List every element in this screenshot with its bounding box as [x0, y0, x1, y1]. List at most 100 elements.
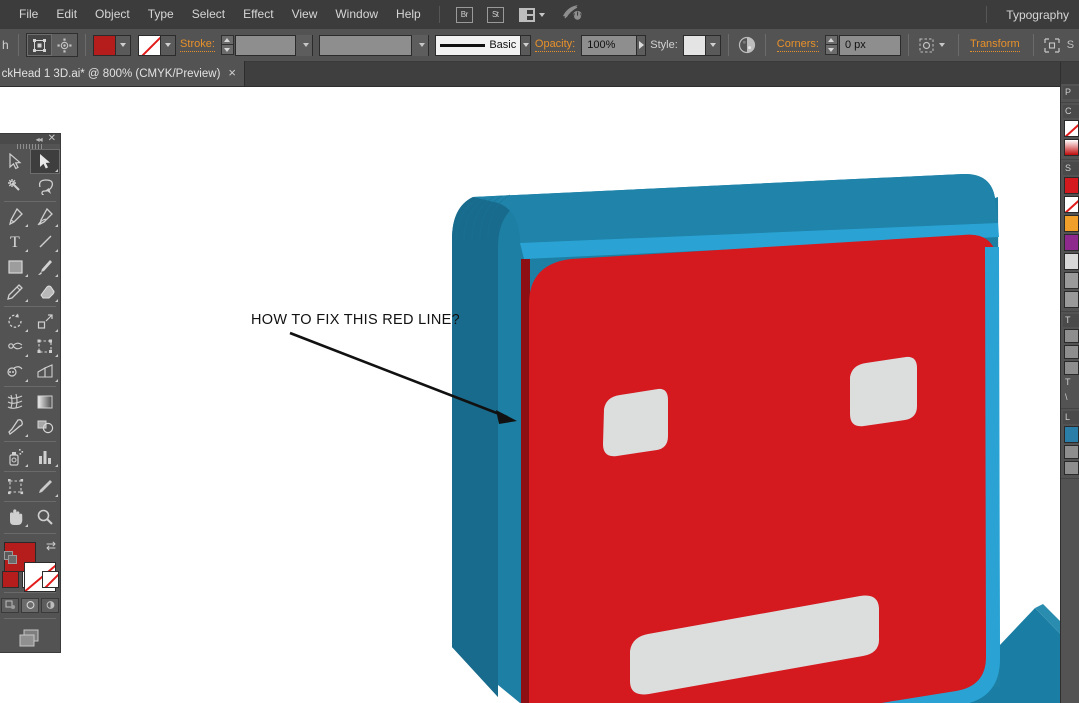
- opacity-flyout-button[interactable]: [637, 34, 647, 56]
- transform-bounding-box-icon[interactable]: [26, 34, 52, 56]
- properties-panel-sliver[interactable]: P: [1061, 84, 1079, 103]
- dock-tab-strip[interactable]: [1061, 62, 1079, 84]
- swatch-orange[interactable]: [1064, 215, 1079, 232]
- menu-type[interactable]: Type: [139, 0, 183, 29]
- opacity-input[interactable]: 100%: [581, 34, 638, 56]
- slice-tool[interactable]: [30, 474, 60, 499]
- menu-effect[interactable]: Effect: [234, 0, 282, 29]
- brush-dropdown-button[interactable]: [521, 34, 531, 56]
- graphic-style-swatch[interactable]: [682, 34, 706, 56]
- zoom-tool[interactable]: [30, 504, 60, 529]
- anchor-point-icon[interactable]: [51, 34, 77, 56]
- rectangle-tool[interactable]: [0, 254, 30, 279]
- menu-help[interactable]: Help: [387, 0, 430, 29]
- swatches-panel-sliver[interactable]: S: [1061, 160, 1079, 312]
- style-dropdown-button[interactable]: [705, 34, 721, 56]
- swap-fill-stroke-icon[interactable]: ⇄: [46, 539, 56, 553]
- corners-label[interactable]: Corners:: [776, 38, 819, 52]
- blend-tool[interactable]: [30, 414, 60, 439]
- isolate-selected-object-icon[interactable]: [1041, 34, 1063, 56]
- swatch-red[interactable]: [1064, 177, 1079, 194]
- layers-panel-sliver[interactable]: L: [1061, 409, 1079, 479]
- transform-field-x[interactable]: [1064, 329, 1079, 343]
- color-ramp[interactable]: [1064, 139, 1079, 156]
- type-tool[interactable]: T: [0, 229, 30, 254]
- pen-tool[interactable]: [0, 204, 30, 229]
- stock-icon[interactable]: St: [486, 6, 504, 23]
- stepper-down[interactable]: [220, 45, 234, 55]
- eraser-tool[interactable]: [30, 279, 60, 304]
- rotate-tool[interactable]: [0, 309, 30, 334]
- layer-row-1[interactable]: [1064, 426, 1079, 443]
- menu-edit[interactable]: Edit: [47, 0, 86, 29]
- corners-stepper-down[interactable]: [824, 45, 838, 55]
- perspective-grid-tool[interactable]: [30, 359, 60, 384]
- stroke-profile-combo[interactable]: [319, 34, 430, 56]
- stroke-weight-arrow[interactable]: [294, 34, 312, 56]
- scale-tool[interactable]: [30, 309, 60, 334]
- stroke-profile-arrow[interactable]: [411, 34, 429, 56]
- fill-dropdown-button[interactable]: [115, 34, 131, 56]
- swatch-gray[interactable]: [1064, 272, 1079, 289]
- artwork-robot-head[interactable]: [0, 87, 1079, 703]
- stroke-weight-stepper[interactable]: [220, 35, 234, 55]
- lasso-tool[interactable]: [30, 174, 60, 199]
- mesh-tool[interactable]: [0, 389, 30, 414]
- swatch-none[interactable]: [1064, 196, 1079, 213]
- right-panel-dock[interactable]: P C S T T \ L: [1060, 62, 1079, 703]
- change-screen-mode-icon[interactable]: [17, 627, 43, 652]
- line-segment-tool[interactable]: [30, 229, 60, 254]
- draw-normal-icon[interactable]: [1, 597, 19, 613]
- symbol-sprayer-tool[interactable]: [0, 444, 30, 469]
- artboard-tool[interactable]: [0, 474, 30, 499]
- select-similar-chevron-icon[interactable]: [938, 43, 945, 47]
- shape-builder-tool[interactable]: [0, 359, 30, 384]
- stepper-up[interactable]: [220, 35, 234, 45]
- color-button[interactable]: [1, 571, 19, 589]
- magic-wand-tool[interactable]: [0, 174, 30, 199]
- draw-inside-icon[interactable]: [41, 597, 59, 613]
- opacity-label[interactable]: Opacity:: [534, 38, 576, 52]
- document-tab[interactable]: ckHead 1 3D.ai* @ 800% (CMYK/Preview) ×: [0, 61, 245, 86]
- menu-object[interactable]: Object: [86, 0, 139, 29]
- transform-field-y[interactable]: [1064, 345, 1079, 359]
- default-fill-stroke-icon[interactable]: [4, 551, 17, 565]
- pencil-tool[interactable]: [0, 279, 30, 304]
- swatch-gray-2[interactable]: [1064, 291, 1079, 308]
- paintbrush-tool[interactable]: [30, 254, 60, 279]
- hand-tool[interactable]: [0, 504, 30, 529]
- column-graph-tool[interactable]: [30, 444, 60, 469]
- gradient-tool[interactable]: [30, 389, 60, 414]
- menu-window[interactable]: Window: [326, 0, 387, 29]
- color-panel-sliver[interactable]: C: [1061, 103, 1079, 160]
- close-icon[interactable]: ✕: [48, 134, 56, 144]
- curvature-tool[interactable]: [30, 204, 60, 229]
- width-tool[interactable]: [0, 334, 30, 359]
- collapse-icon[interactable]: ◂◂: [36, 135, 43, 144]
- fill-color-swatch[interactable]: [92, 34, 116, 56]
- workspace-switcher[interactable]: Typography: [996, 8, 1079, 22]
- draw-behind-icon[interactable]: [21, 597, 39, 613]
- transform-field-w[interactable]: [1064, 361, 1079, 375]
- color-none-swatch[interactable]: [1064, 120, 1079, 137]
- layer-row-2[interactable]: [1064, 445, 1079, 459]
- selection-tool[interactable]: [0, 149, 30, 174]
- menu-view[interactable]: View: [283, 0, 327, 29]
- stroke-label[interactable]: Stroke:: [180, 38, 215, 52]
- corners-stepper[interactable]: [824, 35, 838, 55]
- menu-file[interactable]: File: [10, 0, 47, 29]
- swatch-light-gray[interactable]: [1064, 253, 1079, 270]
- eyedropper-tool[interactable]: [0, 414, 30, 439]
- opacity-mask-icon[interactable]: [736, 34, 758, 56]
- direct-selection-tool[interactable]: [30, 149, 60, 175]
- stroke-color-swatch[interactable]: [138, 34, 162, 56]
- bridge-icon[interactable]: Br: [455, 6, 473, 23]
- corners-input[interactable]: 0 px: [838, 34, 901, 56]
- canvas-area[interactable]: HOW TO FIX THIS RED LINE?: [0, 87, 1079, 703]
- stroke-dropdown-button[interactable]: [161, 34, 177, 56]
- close-icon[interactable]: ×: [228, 66, 244, 81]
- corners-stepper-up[interactable]: [824, 35, 838, 45]
- stroke-weight-combo[interactable]: [234, 34, 313, 56]
- transform-panel-sliver[interactable]: T T \: [1061, 312, 1079, 409]
- transform-link[interactable]: Transform: [969, 38, 1020, 52]
